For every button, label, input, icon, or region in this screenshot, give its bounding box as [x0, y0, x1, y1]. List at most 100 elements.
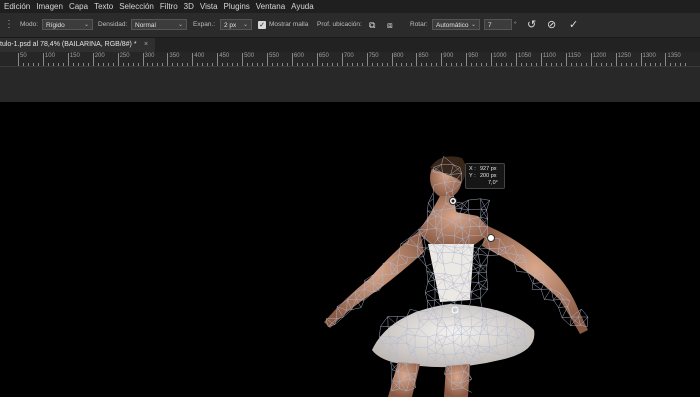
ruler-label: 400 [194, 53, 205, 59]
menu-edicion[interactable]: Edición [4, 2, 30, 11]
chevron-down-icon: ⌄ [470, 22, 476, 28]
right-leg-shape [444, 364, 470, 397]
ruler-label: 900 [443, 53, 454, 59]
pin-back-icon[interactable]: ⧈ [387, 19, 393, 31]
mesh-edge [426, 270, 429, 282]
ruler-minor-tick [396, 63, 398, 66]
ruler-minor-tick [27, 63, 29, 66]
ruler-label: 1250 [617, 53, 631, 59]
ruler-minor-tick [281, 63, 283, 66]
ruler-label: 1350 [667, 53, 681, 59]
ruler-minor-tick [376, 63, 378, 66]
ruler-minor-tick [650, 63, 652, 66]
mesh-edge [427, 299, 436, 302]
show-mesh-label: Mostrar malla [269, 21, 309, 28]
ruler-minor-tick [381, 63, 383, 66]
ruler-minor-tick [122, 63, 124, 66]
ruler-minor-tick [177, 63, 179, 66]
ruler-minor-tick [620, 63, 622, 66]
depth-label: Prof. ubicación: [317, 21, 362, 28]
mesh-edge [553, 300, 559, 308]
pasteboard [0, 67, 700, 102]
ruler-minor-tick [471, 63, 473, 66]
menu-plugins[interactable]: Plugins [224, 2, 250, 11]
ruler-major-tick [590, 53, 592, 66]
ruler-minor-tick [232, 63, 234, 66]
ruler-minor-tick [147, 63, 149, 66]
ruler-minor-tick [346, 63, 348, 66]
mesh-edge [540, 289, 545, 300]
expansion-select[interactable]: 2 px ⌄ [220, 19, 252, 30]
ruler-minor-tick [421, 63, 423, 66]
mode-select[interactable]: Rígido ⌄ [42, 19, 93, 30]
tooltip-y-value: 200 px [480, 173, 497, 179]
mesh-edge [351, 307, 362, 310]
menu-bar: Edición Imagen Capa Texto Selección Filt… [0, 0, 700, 13]
rotate-select[interactable]: Automático ⌄ [432, 19, 480, 30]
document-tab-bar: tulo-1.psd al 78,4% (BAILARINA, RGB/8#) … [0, 38, 700, 52]
menu-texto[interactable]: Texto [94, 2, 113, 11]
ruler-minor-tick [301, 63, 303, 66]
menu-ventana[interactable]: Ventana [256, 2, 285, 11]
menu-filtro[interactable]: Filtro [160, 2, 178, 11]
ruler-major-tick [167, 53, 169, 66]
document-tab[interactable]: tulo-1.psd al 78,4% (BAILARINA, RGB/8#) … [0, 38, 155, 52]
expansion-select-value: 2 px [224, 22, 237, 29]
mesh-edge [480, 209, 482, 218]
ruler-minor-tick [401, 63, 403, 66]
ruler-major-tick [67, 53, 69, 66]
close-icon[interactable]: × [144, 38, 148, 52]
tooltip-x-value: 927 px [480, 166, 497, 172]
horizontal-ruler[interactable]: 50 100 150 200 250 300 350 400 450 500 550 600 650 70… [0, 52, 700, 67]
ruler-minor-tick [197, 63, 199, 66]
tooltip-angle-value: 7,0° [488, 180, 498, 186]
menu-capa[interactable]: Capa [69, 2, 88, 11]
density-select[interactable]: Normal ⌄ [131, 19, 187, 30]
mesh-edge [380, 316, 388, 327]
ruler-minor-tick [426, 63, 428, 66]
angle-input[interactable]: 7 [484, 19, 512, 30]
mesh-edge [428, 202, 434, 212]
show-mesh-checkbox[interactable]: ✓ [258, 21, 266, 29]
ruler-major-tick [615, 53, 617, 66]
ruler-minor-tick [436, 63, 438, 66]
expansion-label: Expan.: [193, 21, 216, 28]
mesh-edge [486, 279, 489, 290]
pin-front-icon[interactable]: ⧉ [369, 19, 375, 31]
ruler-major-tick [291, 53, 293, 66]
mesh-edge [487, 254, 499, 256]
mesh-edge [434, 279, 436, 290]
mesh-edge [480, 266, 487, 273]
menu-3d[interactable]: 3D [184, 2, 194, 11]
pin-handle-shoulder[interactable] [487, 234, 495, 242]
ruler-label: 1300 [642, 53, 656, 59]
tool-preset-icon[interactable]: ⋮ [4, 19, 14, 31]
cancel-icon[interactable]: ⊘ [547, 19, 556, 31]
undo-icon[interactable]: ↺ [527, 19, 536, 31]
mesh-edge [387, 316, 397, 325]
ruler-label: 450 [219, 53, 230, 59]
ruler-minor-tick [202, 63, 204, 66]
density-label: Densidad: [98, 21, 128, 28]
ruler-minor-tick [520, 63, 522, 66]
ruler-minor-tick [162, 63, 164, 66]
ruler-minor-tick [22, 63, 24, 66]
commit-check-icon[interactable]: ✓ [569, 19, 578, 31]
ruler-major-tick [217, 53, 219, 66]
ruler-minor-tick [575, 63, 577, 66]
menu-ayuda[interactable]: Ayuda [291, 2, 314, 11]
ruler-minor-tick [127, 63, 129, 66]
menu-seleccion[interactable]: Selección [119, 2, 154, 11]
menu-vista[interactable]: Vista [200, 2, 218, 11]
menu-imagen[interactable]: Imagen [36, 2, 63, 11]
ruler-minor-tick [107, 63, 109, 66]
options-bar: ⋮ Modo: Rígido ⌄ Densidad: Normal ⌄ Expa… [0, 13, 700, 38]
mesh-edge [425, 281, 429, 293]
ruler-major-tick [366, 53, 368, 66]
ruler-minor-tick [311, 63, 313, 66]
ruler-minor-tick [446, 63, 448, 66]
document-canvas[interactable]: X : 927 px Y : 200 px 7,0° [0, 102, 700, 397]
mesh-edge [480, 198, 490, 201]
ruler-minor-tick [530, 63, 532, 66]
ruler-label: 650 [318, 53, 329, 59]
